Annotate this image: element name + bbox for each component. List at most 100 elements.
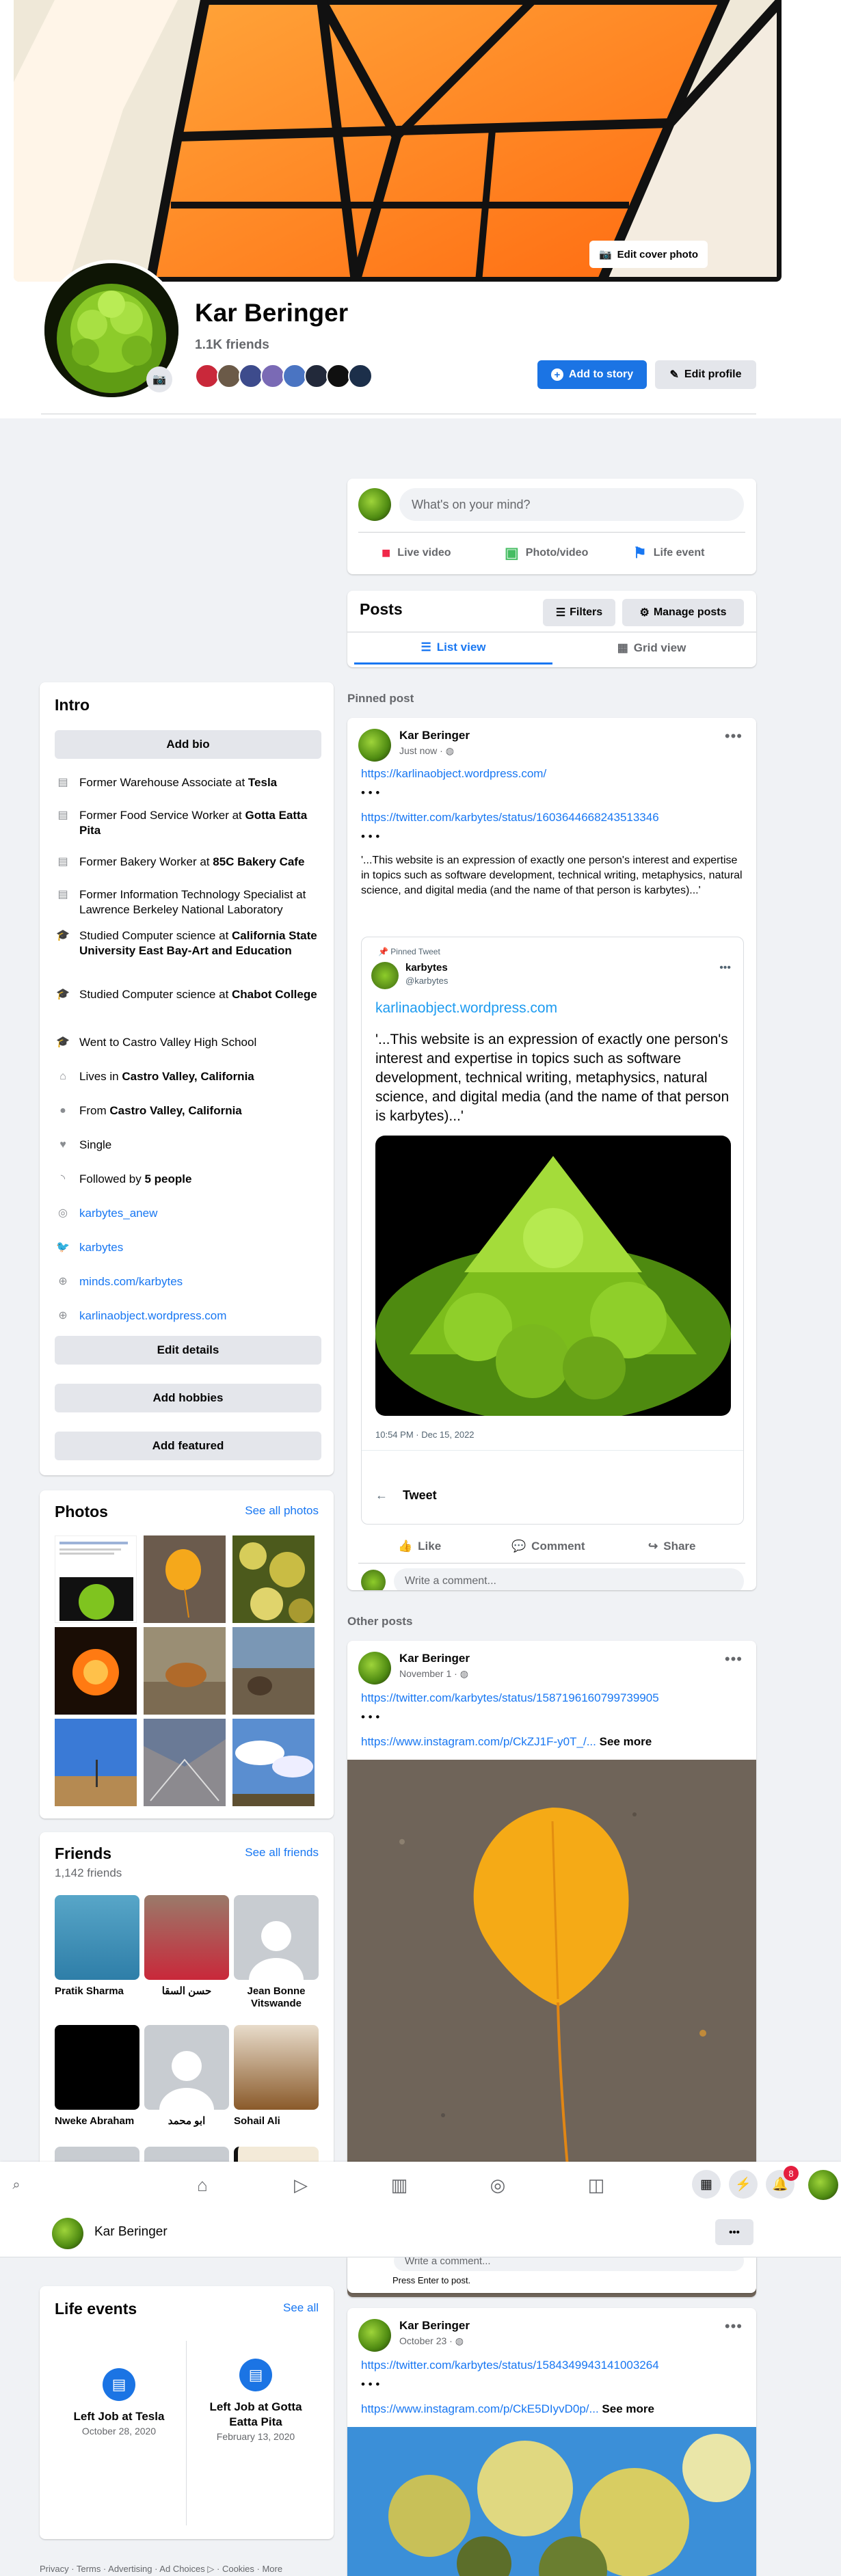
post-timestamp[interactable]: November 1 · ◍	[399, 1668, 468, 1680]
intro-link-twitter[interactable]: 🐦 karbytes	[55, 1240, 321, 1255]
avatar[interactable]	[361, 1570, 386, 1590]
friend-tile[interactable]: Nweke Abraham	[55, 2025, 139, 2128]
tweet-image[interactable]	[375, 1136, 731, 1416]
manage-posts-button[interactable]: ⚙ Manage posts	[622, 599, 744, 626]
embedded-tweet[interactable]: 📌 Pinned Tweet karbytes @karbytes ••• ka…	[361, 937, 744, 1525]
friend-tile[interactable]: Jean Bonne Vitswande	[234, 1895, 319, 2010]
post-link[interactable]: https://twitter.com/karbytes/status/1587…	[361, 1690, 659, 1706]
friend-tile[interactable]: Pratik Sharma	[55, 1895, 139, 1998]
avatar[interactable]	[358, 729, 391, 762]
share-button[interactable]: ↪ Share	[648, 1533, 696, 1560]
groups-icon[interactable]: ◎	[481, 2171, 514, 2199]
avatar[interactable]	[358, 488, 391, 521]
menu-grid-icon[interactable]: ▦	[692, 2170, 721, 2199]
home-icon[interactable]: ⌂	[186, 2171, 219, 2199]
see-more-link[interactable]: See more	[602, 2402, 654, 2415]
tweet-link[interactable]: karlinaobject.wordpress.com	[375, 1000, 557, 1017]
photo-thumbnail[interactable]	[232, 1535, 315, 1623]
friend-avatar[interactable]	[239, 364, 263, 388]
see-all-life-events-link[interactable]: See all	[283, 2301, 319, 2315]
photo-thumbnail[interactable]	[232, 1719, 315, 1806]
edit-details-button[interactable]: Edit details	[55, 1336, 321, 1365]
more-options-button[interactable]: •••	[715, 2219, 753, 2245]
marketplace-icon[interactable]: ▥	[383, 2171, 416, 2199]
photo-thumbnail[interactable]	[232, 1627, 315, 1715]
account-avatar[interactable]	[808, 2170, 838, 2200]
change-profile-picture-button[interactable]: 📷	[146, 366, 172, 392]
default-avatar-icon[interactable]	[144, 2025, 229, 2110]
photo-thumbnail[interactable]	[144, 1719, 226, 1806]
photo-thumbnail[interactable]	[55, 1627, 137, 1715]
post-timestamp[interactable]: October 23 · ◍	[399, 2335, 464, 2347]
add-bio-button[interactable]: Add bio	[55, 730, 321, 759]
write-comment-input[interactable]: Write a comment...	[394, 1568, 744, 1590]
default-avatar-icon[interactable]	[234, 1895, 319, 1980]
photo-video-button[interactable]: ▣ Photo/video	[505, 539, 588, 567]
search-icon[interactable]: ⌕	[0, 2171, 33, 2199]
post-options-button[interactable]: •••	[725, 2318, 743, 2335]
tab-list-view[interactable]: ☰ List view	[354, 632, 552, 665]
post-author[interactable]: Kar Beringer	[399, 2319, 470, 2333]
post-options-button[interactable]: •••	[725, 1650, 743, 1668]
watch-video-icon[interactable]: ▷	[284, 2171, 317, 2199]
sticky-profile-name[interactable]: Kar Beringer	[94, 2225, 168, 2240]
post-author[interactable]: Kar Beringer	[399, 729, 470, 742]
life-event-item[interactable]: ▤ Left Job at Gotta Eatta Pita February …	[187, 2341, 324, 2525]
footer-links[interactable]: Privacy · Terms · Advertising · Ad Choic…	[40, 2564, 282, 2575]
photo-thumbnail[interactable]	[144, 1627, 226, 1715]
friend-avatar[interactable]	[195, 364, 219, 388]
friend-avatar[interactable]	[326, 364, 351, 388]
avatar[interactable]	[358, 1652, 391, 1685]
photo-thumbnail[interactable]	[55, 1719, 137, 1806]
friend-avatar[interactable]	[282, 364, 307, 388]
friend-count-link[interactable]: 1.1K friends	[195, 338, 269, 353]
friend-avatar[interactable]	[261, 364, 285, 388]
edit-cover-photo-button[interactable]: 📷 Edit cover photo	[589, 241, 708, 268]
friend-avatar-stack[interactable]	[195, 364, 373, 388]
tweet-author[interactable]: karbytes	[405, 962, 448, 974]
add-hobbies-button[interactable]: Add hobbies	[55, 1384, 321, 1412]
post-link[interactable]: https://twitter.com/karbytes/status/1603…	[361, 809, 659, 825]
add-to-story-button[interactable]: + Add to story	[537, 360, 647, 389]
edit-profile-button[interactable]: ✎ Edit profile	[655, 360, 756, 389]
like-button[interactable]: 👍 Like	[398, 1533, 441, 1560]
avatar[interactable]	[371, 962, 399, 989]
back-arrow-icon[interactable]: ←	[375, 1488, 388, 1503]
friend-avatar[interactable]	[217, 364, 241, 388]
friend-photo[interactable]	[144, 1895, 229, 1980]
post-image[interactable]	[347, 2427, 756, 2576]
photo-thumbnail[interactable]	[144, 1535, 226, 1623]
post-link[interactable]: https://karlinaobject.wordpress.com/	[361, 766, 546, 781]
photo-thumbnail[interactable]	[55, 1535, 137, 1623]
post-timestamp[interactable]: Just now · ◍	[399, 745, 454, 757]
intro-link-minds[interactable]: ⊕ minds.com/karbytes	[55, 1274, 321, 1289]
filters-button[interactable]: ☰ Filters	[543, 599, 615, 626]
friend-tile[interactable]: Sohail Ali	[234, 2025, 319, 2128]
cover-photo[interactable]: 📷 Edit cover photo	[14, 0, 782, 282]
friend-photo[interactable]	[55, 2025, 139, 2110]
friend-tile[interactable]: ابو محمد	[144, 2025, 229, 2128]
avatar[interactable]	[52, 2218, 83, 2249]
life-event-item[interactable]: ▤ Left Job at Tesla October 28, 2020	[51, 2341, 187, 2525]
friend-avatar[interactable]	[348, 364, 373, 388]
gaming-icon[interactable]: ◫	[580, 2171, 613, 2199]
add-featured-button[interactable]: Add featured	[55, 1432, 321, 1460]
write-comment-input[interactable]: Write a comment...	[394, 2257, 744, 2271]
avatar[interactable]	[358, 2319, 391, 2352]
intro-link-website[interactable]: ⊕ karlinaobject.wordpress.com	[55, 1309, 321, 1324]
whats-on-your-mind-input[interactable]: What's on your mind?	[399, 488, 744, 521]
friend-tile[interactable]: حسن السقا	[144, 1895, 229, 1998]
post-author[interactable]: Kar Beringer	[399, 1652, 470, 1665]
see-more-link[interactable]: See more	[600, 1735, 652, 1748]
tweet-handle[interactable]: @karbytes	[405, 976, 448, 986]
comment-button[interactable]: 💬 Comment	[511, 1533, 585, 1560]
messenger-icon[interactable]: ⚡	[729, 2170, 758, 2199]
post-link[interactable]: https://twitter.com/karbytes/status/1584…	[361, 2357, 659, 2373]
tab-grid-view[interactable]: ▦ Grid view	[552, 632, 751, 665]
tweet-options-icon[interactable]: •••	[719, 962, 731, 974]
friend-photo[interactable]	[234, 2025, 319, 2110]
intro-link-instagram[interactable]: ◎ karbytes_anew	[55, 1206, 321, 1221]
post-options-button[interactable]: •••	[725, 727, 743, 745]
see-all-photos-link[interactable]: See all photos	[245, 1504, 319, 1518]
friend-photo[interactable]	[55, 1895, 139, 1980]
